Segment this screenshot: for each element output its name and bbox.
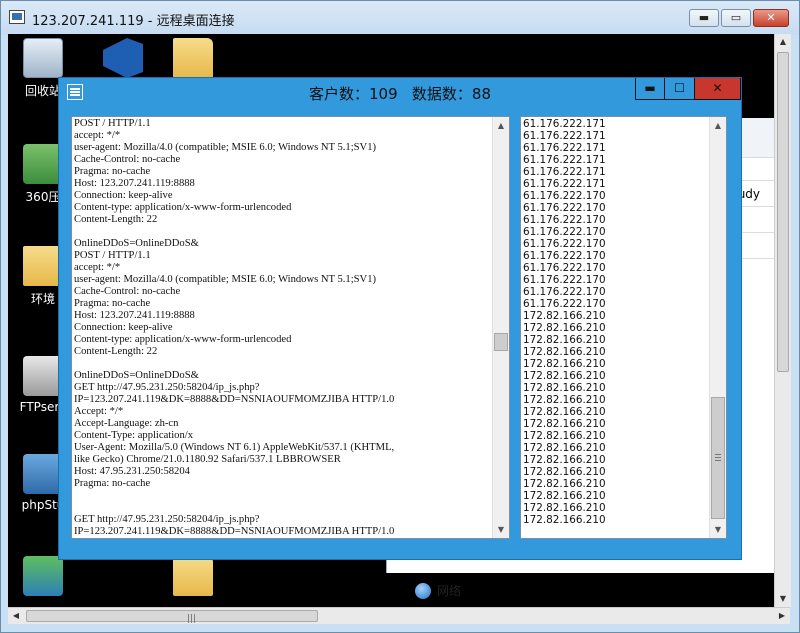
rdp-vertical-scrollbar[interactable]: ▲ ▼ [774,34,791,607]
desktop-item-folder[interactable] [158,38,228,82]
app-title-bar[interactable]: 客户数：109 数据数：88 ▬ ☐ ✕ [59,78,741,106]
scroll-thumb[interactable] [711,397,725,519]
explorer-network-item[interactable]: 网络 [415,582,461,599]
scroll-thumb[interactable] [777,52,789,372]
client-ip-list[interactable]: 61.176.222.171 61.176.222.171 61.176.222… [520,116,727,539]
desktop-item-label: 环境 [30,292,55,306]
app-minimize-button[interactable]: ▬ [635,78,665,100]
folder-icon [173,556,213,596]
scroll-up-icon[interactable]: ▲ [775,34,791,50]
phpstudy-icon [23,454,63,494]
rdp-caption-buttons: ▬ ▭ ✕ [689,9,789,27]
remote-desktop-icon [9,10,25,24]
scroll-right-icon[interactable]: ▶ [774,608,790,624]
scroll-thumb[interactable]: ||| [26,610,318,624]
ip-list-scrollbar[interactable]: ▲ ▼ [709,117,726,538]
desktop-item-label: 360压 [25,190,61,204]
network-icon [415,582,431,599]
scroll-thumb[interactable] [494,333,508,351]
recycle-bin-icon [23,38,63,78]
folder-icon [23,246,63,286]
maximize-icon: ☐ [674,81,685,95]
ddos-monitor-window: 客户数：109 数据数：88 ▬ ☐ ✕ POST / HTTP/1.1 acc… [58,77,742,560]
close-icon: ✕ [766,11,776,24]
rdp-title: 123.207.241.119 - 远程桌面连接 [32,14,235,29]
scroll-down-icon[interactable]: ▼ [710,521,726,538]
request-log-text: POST / HTTP/1.1 accept: */* user-agent: … [74,118,395,537]
app-title: 客户数：109 数据数：88 [309,85,492,103]
rdp-minimize-button[interactable]: ▬ [689,9,719,27]
network-app-icon [23,556,63,596]
zip-icon [23,144,63,184]
scroll-down-icon[interactable]: ▼ [493,521,509,538]
vscode-icon [103,38,143,78]
network-label: 网络 [437,584,462,598]
rdp-title-bar[interactable]: 123.207.241.119 - 远程桌面连接 ▬ ▭ ✕ [1,1,799,35]
desktop-item-vscode[interactable] [88,38,158,82]
grip-icon: ||| [187,614,197,624]
rdp-maximize-button[interactable]: ▭ [721,9,751,27]
log-scrollbar[interactable]: ▲ ▼ [492,117,509,538]
app-caption-buttons: ▬ ☐ ✕ [635,78,741,100]
rdp-horizontal-scrollbar[interactable]: ◀ ||| ▶ [8,607,790,624]
minimize-icon: ▬ [644,81,656,95]
app-close-button[interactable]: ✕ [695,78,741,100]
desktop-item-app[interactable] [8,556,78,600]
scroll-up-icon[interactable]: ▲ [493,117,509,134]
request-log-textarea[interactable]: POST / HTTP/1.1 accept: */* user-agent: … [71,116,510,539]
folder-icon [173,38,213,78]
client-ip-text: 61.176.222.171 61.176.222.171 61.176.222… [523,118,606,526]
app-maximize-button[interactable]: ☐ [665,78,695,100]
app-icon [67,84,83,100]
restore-icon: ▭ [730,11,742,24]
ftp-server-icon [23,356,63,396]
desktop-item-label: 回收站 [24,84,61,98]
minimize-icon: ▬ [698,11,710,24]
scroll-down-icon[interactable]: ▼ [775,591,791,607]
close-icon: ✕ [712,81,723,95]
grip-icon [715,454,721,461]
rdp-close-button[interactable]: ✕ [753,9,789,27]
desktop-item-folder-2[interactable] [158,556,228,600]
scroll-left-icon[interactable]: ◀ [8,608,24,624]
scroll-up-icon[interactable]: ▲ [710,117,726,134]
